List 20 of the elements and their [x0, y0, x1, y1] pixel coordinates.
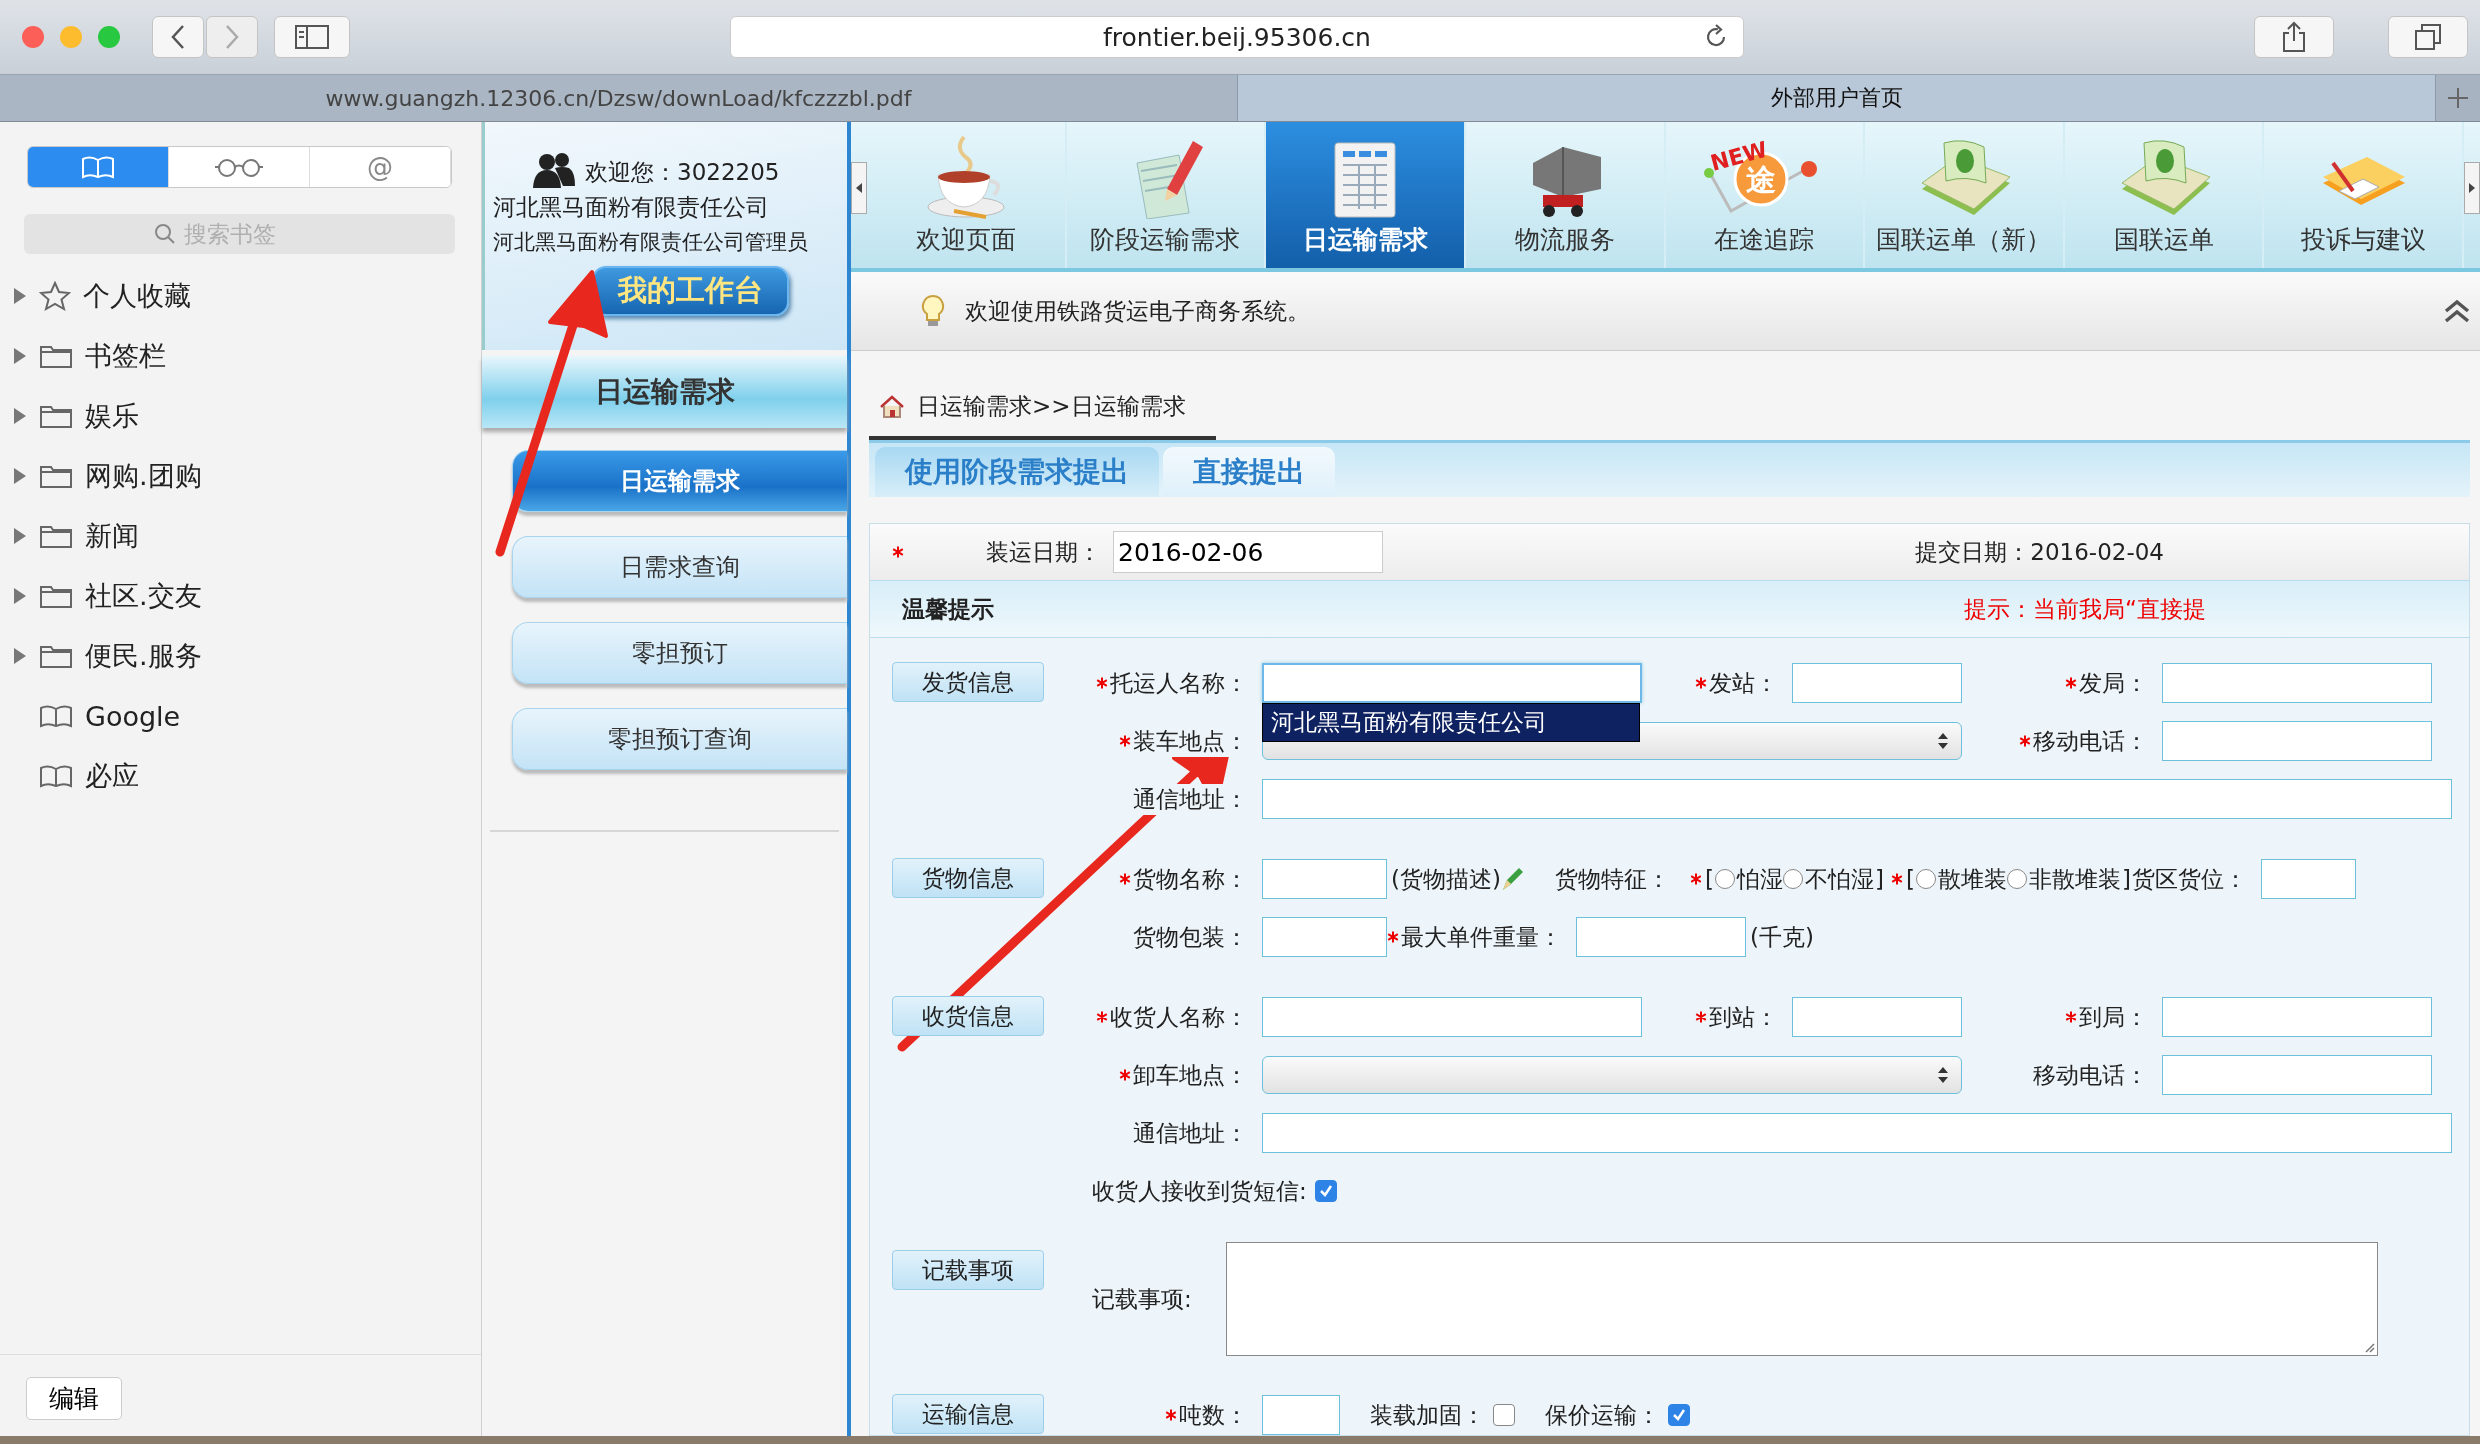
unit-text: (千克): [1750, 922, 1814, 952]
bracket-text: ]: [1874, 866, 1884, 892]
notice-text: 欢迎使用铁路货运电子商务系统。: [965, 296, 1310, 326]
welcome-text: 欢迎您：3022205: [585, 158, 780, 187]
section-label: 发货信息: [892, 662, 1044, 702]
field-label: 装运日期：: [986, 537, 1101, 567]
tip-title: 温馨提示: [902, 594, 994, 624]
submit-date: 提交日期：2016-02-04: [1915, 537, 2164, 567]
bracket-text: [: [1905, 866, 1915, 892]
menu-title: 日运输需求: [482, 356, 847, 428]
section-label: 记载事项: [892, 1250, 1044, 1290]
company-name: 河北黑马面粉有限责任公司: [493, 193, 769, 222]
section-label: 运输信息: [892, 1394, 1044, 1434]
section-label: 货物信息: [892, 858, 1044, 898]
bracket-text: [: [1704, 866, 1714, 892]
breadcrumb: 日运输需求>>日运输需求: [917, 392, 1186, 421]
user-role: 河北黑马面粉有限责任公司管理员: [493, 229, 808, 256]
section-label: 收货信息: [892, 996, 1044, 1036]
bracket-text: ]: [2121, 866, 2131, 892]
tip-text: 提示：当前我局“直接提: [1964, 594, 2206, 624]
